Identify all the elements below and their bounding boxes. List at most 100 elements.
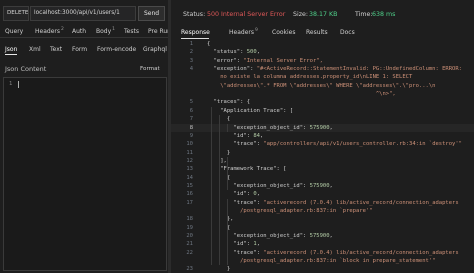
url-input[interactable]: localhost:3000/api/v1/users/1 bbox=[30, 6, 136, 21]
body-tab-form-encode[interactable]: Form-encode bbox=[97, 44, 136, 55]
line-number: 18 bbox=[186, 216, 193, 223]
code-line: 14 { bbox=[171, 174, 474, 182]
content-header: Json Content Format bbox=[0, 63, 168, 75]
code-text: no existe la columna addresses.property_… bbox=[207, 74, 413, 81]
code-line: 1{ bbox=[171, 40, 474, 48]
response-tabs: Response Headers9 Cookies Results Docs bbox=[171, 27, 474, 39]
code-line: 2 "status": 500, bbox=[171, 48, 474, 56]
code-text: } bbox=[207, 266, 231, 273]
time-label: Time: bbox=[355, 11, 373, 18]
line-number: 4 bbox=[189, 66, 193, 73]
request-panel: DELETE localhost:3000/api/v1/users/1 Sen… bbox=[0, 0, 171, 273]
code-line: 16 "id": 0, bbox=[171, 190, 474, 198]
tab-label: Headers bbox=[35, 28, 60, 35]
code-text: "exception": "#<ActiveRecord::StatementI… bbox=[213, 66, 462, 73]
line-number: 10 bbox=[186, 141, 193, 148]
tab-label: Auth bbox=[72, 28, 87, 35]
code-line: 17 "trace": "activerecord (7.0.4) lib/ac… bbox=[171, 199, 474, 207]
line-number: 16 bbox=[186, 191, 193, 198]
tab-auth[interactable]: Auth bbox=[72, 26, 86, 37]
code-line: 11 } bbox=[171, 149, 474, 157]
body-tab-json[interactable]: Json bbox=[5, 44, 18, 55]
indent-guide bbox=[211, 106, 212, 266]
code-text: ], bbox=[207, 157, 227, 164]
size-value: 38.17 KB bbox=[309, 11, 338, 18]
code-text: "error": "Internal Server Error", bbox=[213, 57, 323, 64]
line-number: 19 bbox=[186, 224, 193, 231]
tab-label: Query bbox=[5, 28, 24, 35]
body-tab-graphql[interactable]: Graphql bbox=[143, 44, 167, 55]
status-label: Status: bbox=[183, 11, 206, 18]
indent-guide bbox=[219, 115, 220, 266]
code-line: 3 "error": "Internal Server Error", bbox=[171, 57, 474, 65]
body-tab-text[interactable]: Text bbox=[50, 44, 62, 55]
body-tab-form[interactable]: Form bbox=[72, 44, 87, 55]
line-number: 12 bbox=[186, 157, 193, 164]
time-value: 638 ms bbox=[372, 11, 396, 18]
code-text: "trace": "activerecord (7.0.4) lib/activ… bbox=[233, 199, 459, 206]
line-number: 22 bbox=[186, 249, 193, 256]
indent-guide bbox=[227, 198, 228, 266]
format-button[interactable]: Format bbox=[140, 63, 160, 75]
url-bar: DELETE localhost:3000/api/v1/users/1 Sen… bbox=[0, 6, 168, 21]
line-number: 21 bbox=[186, 241, 193, 248]
line-number: 13 bbox=[186, 166, 193, 173]
code-line: ^\n>", bbox=[171, 90, 474, 98]
line-number: 5 bbox=[189, 99, 193, 106]
line-number: 15 bbox=[186, 182, 193, 189]
body-tab-xml[interactable]: Xml bbox=[29, 44, 41, 55]
status-value: 500 Internal Server Error bbox=[207, 11, 286, 18]
code-text: "status": 500, bbox=[213, 49, 260, 56]
tab-label: Body bbox=[96, 28, 112, 35]
tab-response[interactable]: Response bbox=[181, 27, 210, 38]
line-number: 17 bbox=[186, 199, 193, 206]
tab-badge: 1 bbox=[112, 27, 116, 32]
tab-docs[interactable]: Docs bbox=[340, 27, 355, 38]
tab-response-headers[interactable]: Headers9 bbox=[229, 27, 258, 38]
code-line: 15 "exception_object_id": 575900, bbox=[171, 182, 474, 190]
response-body[interactable]: 1{2 "status": 500, 3 "error": "Internal S… bbox=[171, 40, 474, 273]
code-line: 23 } bbox=[171, 265, 474, 273]
status-row: Status: 500 Internal Server Error Size: … bbox=[183, 10, 473, 20]
line-number: 23 bbox=[186, 266, 193, 273]
method-select[interactable]: DELETE bbox=[3, 6, 29, 21]
code-text: \"addresses\".* FROM \"addresses\" WHERE… bbox=[207, 82, 436, 89]
code-text: "Application Trace": [ bbox=[220, 107, 294, 114]
tab-results[interactable]: Results bbox=[306, 27, 328, 38]
code-line: 22 "trace": "activerecord (7.0.4) lib/ac… bbox=[171, 249, 474, 257]
code-text: /postgresql_adapter.rb:837:in `prepare'" bbox=[207, 208, 373, 214]
code-line: 10 "trace": "app/controllers/api/v1/user… bbox=[171, 140, 474, 148]
code-text: "exception_object_id": 575900, bbox=[233, 182, 333, 189]
tab-body[interactable]: Body1 bbox=[96, 26, 115, 37]
json-editor[interactable]: 1 bbox=[3, 77, 167, 271]
editor-line-number: 1 bbox=[9, 81, 13, 87]
tab-badge: 2 bbox=[60, 27, 64, 32]
line-number: 20 bbox=[186, 233, 193, 240]
request-tabs: Query Headers2 Auth Body1 Tests Pre Run bbox=[0, 26, 171, 38]
code-text: { bbox=[207, 41, 211, 47]
code-line: 13 "Framework Trace": [ bbox=[171, 165, 474, 173]
tab-tests[interactable]: Tests bbox=[124, 26, 139, 37]
code-line: 6 "Application Trace": [ bbox=[171, 107, 474, 115]
tab-query[interactable]: Query bbox=[5, 26, 23, 37]
indent-guide bbox=[227, 123, 228, 132]
indent-guide bbox=[227, 156, 228, 191]
code-text: "trace": "activerecord (7.0.4) lib/activ… bbox=[233, 249, 459, 256]
code-line: 21 "id": 1, bbox=[171, 240, 474, 248]
tab-cookies[interactable]: Cookies bbox=[272, 27, 296, 38]
code-line: 12 ], bbox=[171, 157, 474, 165]
text-caret bbox=[18, 81, 19, 88]
code-line: \"addresses\".* FROM \"addresses\" WHERE… bbox=[171, 82, 474, 90]
line-number: 14 bbox=[186, 174, 193, 181]
size-label: Size: bbox=[293, 11, 309, 18]
code-text: "traces": { bbox=[213, 99, 251, 106]
line-number: 9 bbox=[189, 132, 193, 139]
tab-label: Tests bbox=[124, 28, 139, 35]
send-button[interactable]: Send bbox=[138, 6, 165, 21]
line-number: 6 bbox=[189, 107, 193, 114]
code-line: 8 "exception_object_id": 575900, bbox=[171, 123, 474, 132]
tab-label: Results bbox=[306, 29, 328, 36]
line-number: 2 bbox=[189, 49, 193, 56]
tab-headers[interactable]: Headers2 bbox=[35, 26, 64, 37]
code-line: 4 "exception": "#<ActiveRecord::Statemen… bbox=[171, 65, 474, 73]
